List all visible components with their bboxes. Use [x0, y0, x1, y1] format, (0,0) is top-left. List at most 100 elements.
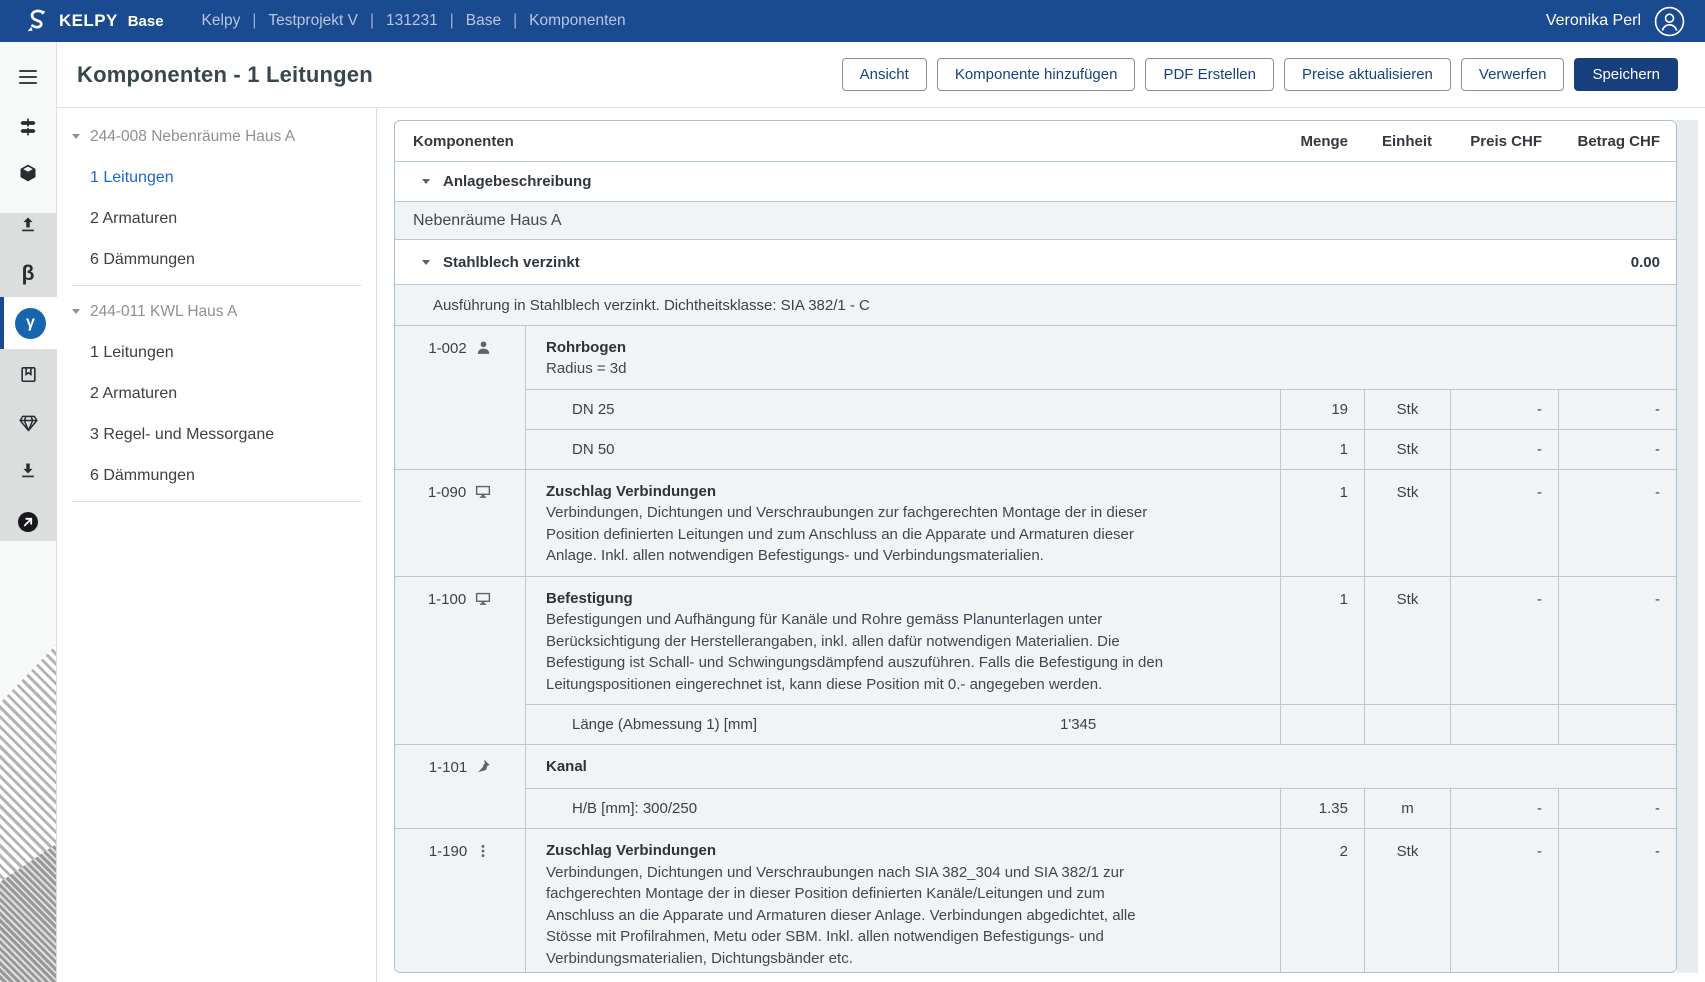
bookmark-icon[interactable]	[0, 350, 56, 398]
component-code: 1-090	[428, 484, 466, 501]
tree-item-label: 2 Armaturen	[90, 210, 177, 228]
note-text: Ausführung in Stahlblech verzinkt. Dicht…	[433, 297, 870, 314]
component-description: Verbindungen, Dichtungen und Verschraubu…	[546, 502, 1165, 567]
component-einheit-cell[interactable]: Stk	[1364, 577, 1450, 705]
tree-item-label: 6 Dämmungen	[90, 467, 195, 485]
component-betrag-cell[interactable]: -	[1558, 829, 1676, 973]
subrow-preis-cell[interactable]: -	[1450, 389, 1558, 429]
preise-aktualisieren-button[interactable]: Preise aktualisieren	[1284, 58, 1451, 91]
component-main-cell[interactable]: RohrbogenRadius = 3d	[526, 326, 1280, 389]
component-einheit-cell[interactable]: Stk	[1364, 829, 1450, 973]
tree-item-3-regel-und-messorgane[interactable]: 3 Regel- und Messorgane	[57, 414, 376, 455]
ansicht-button[interactable]: Ansicht	[842, 58, 927, 91]
component-menge-cell[interactable]: 1	[1280, 470, 1364, 576]
subrow-label: DN 50	[572, 441, 615, 458]
launch-icon[interactable]	[0, 498, 56, 546]
tree-item-6-dämmungen[interactable]: 6 Dämmungen	[57, 239, 376, 280]
kelpy-logo-icon[interactable]	[24, 8, 50, 34]
subrow-menge-cell[interactable]: 1	[1280, 429, 1364, 469]
subrow-betrag-cell[interactable]: -	[1558, 389, 1676, 429]
subrow-label: Länge (Abmessung 1) [mm]	[572, 716, 757, 733]
component-betrag-cell[interactable]: -	[1558, 577, 1676, 705]
breadcrumb-item[interactable]: Kelpy	[202, 12, 253, 30]
speichern-button[interactable]: Speichern	[1574, 58, 1678, 91]
component-main-cell[interactable]: Kanal	[526, 745, 1280, 788]
component-betrag-cell[interactable]: -	[1558, 470, 1676, 576]
subrow-label: DN 25	[572, 401, 615, 418]
subrow-label-cell[interactable]: DN 50	[526, 429, 1280, 469]
component-subtitle: Radius = 3d	[546, 358, 1165, 380]
section-row-anlagebeschreibung[interactable]: Anlagebeschreibung	[395, 161, 1676, 201]
subrow-menge-cell[interactable]: 19	[1280, 389, 1364, 429]
component-code: 1-002	[428, 340, 466, 357]
component-code: 1-101	[429, 759, 467, 776]
col-komponenten: Komponenten	[395, 133, 1280, 150]
tree-item-label: 2 Armaturen	[90, 385, 177, 403]
breadcrumb: Kelpy|Testprojekt V|131231|Base|Komponen…	[202, 12, 638, 30]
breadcrumb-item[interactable]: Base	[454, 12, 513, 30]
component-preis-cell[interactable]: -	[1450, 470, 1558, 576]
subrow-label-cell[interactable]: Länge (Abmessung 1) [mm]1'345	[526, 704, 1280, 744]
subrow-menge-cell[interactable]: 1.35	[1280, 788, 1364, 828]
kebab-icon[interactable]	[475, 842, 491, 860]
upload-icon[interactable]	[0, 201, 56, 249]
menu-icon[interactable]	[0, 53, 56, 101]
component-title: Rohrbogen	[546, 337, 1165, 358]
sidebar-active-item[interactable]: γ	[0, 297, 57, 349]
user-area: Veronika Perl	[1546, 6, 1685, 37]
component-einheit-cell[interactable]: Stk	[1364, 470, 1450, 576]
collapse-arrow-icon[interactable]	[422, 260, 430, 265]
subrow-preis-cell[interactable]	[1450, 704, 1558, 744]
user-name: Veronika Perl	[1546, 12, 1641, 30]
component-description: Verbindungen, Dichtungen und Verschraubu…	[546, 862, 1165, 970]
pdf-erstellen-button[interactable]: PDF Erstellen	[1145, 58, 1274, 91]
section-label: Stahlblech verzinkt	[443, 254, 580, 271]
user-avatar-icon[interactable]	[1654, 6, 1685, 37]
tree-item-2-armaturen[interactable]: 2 Armaturen	[57, 373, 376, 414]
subrow-label-cell[interactable]: H/B [mm]: 300/250	[526, 788, 1280, 828]
person-icon[interactable]	[475, 339, 492, 356]
tree-group-2[interactable]: 244-011 KWL Haus A	[57, 291, 376, 332]
beta-icon[interactable]: β	[0, 249, 56, 297]
component-main-cell[interactable]: BefestigungBefestigungen und Aufhängung …	[526, 577, 1280, 705]
breadcrumb-item[interactable]: Testprojekt V	[256, 12, 370, 30]
tree-item-2-armaturen[interactable]: 2 Armaturen	[57, 198, 376, 239]
subrow-betrag-cell[interactable]: -	[1558, 429, 1676, 469]
section-row-stahlblech-verzinkt[interactable]: Stahlblech verzinkt0.00	[395, 239, 1676, 284]
gem-icon[interactable]	[0, 399, 56, 447]
subrow-preis-cell[interactable]: -	[1450, 788, 1558, 828]
breadcrumb-item[interactable]: Komponenten	[517, 12, 638, 30]
component-row-1-002: 1-002RohrbogenRadius = 3dDN 2519Stk--DN …	[395, 325, 1676, 469]
component-menge-cell[interactable]: 2	[1280, 829, 1364, 973]
pen-icon[interactable]	[475, 758, 491, 774]
package-icon[interactable]	[0, 149, 56, 197]
subrow-preis-cell[interactable]: -	[1450, 429, 1558, 469]
component-main-cell[interactable]: Zuschlag VerbindungenVerbindungen, Dicht…	[526, 470, 1280, 576]
tree-item-1-leitungen[interactable]: 1 Leitungen	[57, 332, 376, 373]
download-icon[interactable]	[0, 447, 56, 495]
monitor-icon[interactable]	[474, 483, 492, 500]
component-preis-cell[interactable]: -	[1450, 829, 1558, 973]
component-preis-cell[interactable]: -	[1450, 577, 1558, 705]
tree-group-1[interactable]: 244-008 Nebenräume Haus A	[57, 116, 376, 157]
subrow-menge-cell[interactable]	[1280, 704, 1364, 744]
subrow-einheit-cell[interactable]: Stk	[1364, 389, 1450, 429]
component-row-1-190: 1-190Zuschlag VerbindungenVerbindungen, …	[395, 828, 1676, 973]
subrow-betrag-cell[interactable]	[1558, 704, 1676, 744]
signpost-icon[interactable]	[0, 103, 56, 151]
monitor-icon[interactable]	[474, 590, 492, 607]
subrow-einheit-cell[interactable]: Stk	[1364, 429, 1450, 469]
subrow-betrag-cell[interactable]: -	[1558, 788, 1676, 828]
subrow-label-cell[interactable]: DN 25	[526, 389, 1280, 429]
tree-item-1-leitungen[interactable]: 1 Leitungen	[57, 157, 376, 198]
breadcrumb-item[interactable]: 131231	[374, 12, 450, 30]
komponente-hinzufügen-button[interactable]: Komponente hinzufügen	[937, 58, 1136, 91]
verwerfen-button[interactable]: Verwerfen	[1461, 58, 1565, 91]
collapse-arrow-icon[interactable]	[422, 179, 430, 184]
subrow-einheit-cell[interactable]: m	[1364, 788, 1450, 828]
component-menge-cell[interactable]: 1	[1280, 577, 1364, 705]
subrow-einheit-cell[interactable]	[1364, 704, 1450, 744]
component-main-cell[interactable]: Zuschlag VerbindungenVerbindungen, Dicht…	[526, 829, 1280, 973]
tree-item-6-dämmungen[interactable]: 6 Dämmungen	[57, 455, 376, 496]
page-header: Komponenten - 1 Leitungen AnsichtKompone…	[57, 42, 1705, 108]
